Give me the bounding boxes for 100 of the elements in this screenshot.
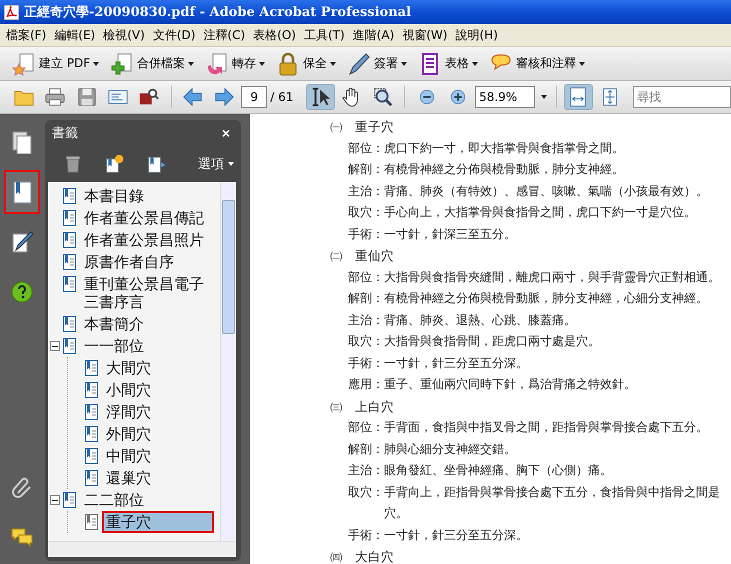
caret-icon <box>330 62 336 66</box>
bookmark-arrow-icon <box>147 154 167 174</box>
menu-item[interactable]: 說明(H) <box>451 26 502 44</box>
menu-item[interactable]: 工具(T) <box>300 26 349 44</box>
pen-document-icon <box>10 230 34 254</box>
close-button[interactable]: × <box>220 125 232 141</box>
collapse-toggle[interactable] <box>50 341 60 351</box>
scrollbar[interactable] <box>48 541 236 557</box>
bookmark-item[interactable]: 原書作者自序 <box>80 251 208 273</box>
caret-icon <box>228 162 234 166</box>
section-heading: 重仙穴 <box>355 247 394 265</box>
section-number: ㈢ <box>330 398 343 416</box>
bookmark-icon <box>85 514 98 530</box>
menu-item[interactable]: 表格(O) <box>249 26 300 44</box>
task-button[interactable]: 保全 <box>274 48 342 78</box>
document-text: 主治：背痛、肺炎（有特效）、感冒、咳嗽、氣喘（小孩最有效）。 <box>348 182 709 200</box>
task-button[interactable]: 審核和注釋 <box>487 48 590 78</box>
caret-icon <box>401 62 408 66</box>
section-heading: 大白穴 <box>355 548 394 564</box>
help-icon <box>10 280 34 304</box>
bookmark-icon <box>63 492 76 508</box>
zoom-in-icon <box>448 88 467 106</box>
menu-item[interactable]: 檢視(V) <box>99 26 149 44</box>
zoom-field[interactable]: 58.9% <box>475 86 535 108</box>
document-text: 主治：背痛、肺炎、退熱、心跳、膝蓋痛。 <box>348 312 577 328</box>
scrollbar[interactable] <box>220 182 236 541</box>
document-arrow-icon <box>205 52 230 76</box>
task-button[interactable]: 轉存 <box>203 48 270 78</box>
bookmark-item[interactable]: 中間穴 <box>102 445 220 467</box>
bookmark-item[interactable]: 本書目錄 <box>80 185 208 207</box>
arrow-right-icon <box>213 86 236 108</box>
bookmark-item[interactable]: 小間穴 <box>102 379 220 401</box>
bookmark-item[interactable]: 還巢穴 <box>102 467 220 489</box>
menu-item[interactable]: 檔案(F) <box>2 26 50 44</box>
document-text: 手術：一寸針，針三分至五分深。 <box>348 354 529 372</box>
tool-button[interactable] <box>306 84 335 110</box>
section-heading: 重子穴 <box>355 118 394 136</box>
document-text: 部位：大指骨與食指骨夾縫間，離虎口兩寸，與手背靈骨穴正對相通。 <box>348 268 721 286</box>
menu-item[interactable]: 文件(D) <box>148 26 200 44</box>
task-button[interactable]: 簽署 <box>345 48 412 78</box>
pen-icon <box>347 52 372 76</box>
document-text: 解剖：有橈骨神經之分佈與橈骨動脈，肺分支神經，心細分支神經。 <box>348 290 709 307</box>
document-text: 應用：重子、重仙兩穴同時下針，爲治背痛之特效針。 <box>348 376 637 393</box>
search-field[interactable]: 尋找 <box>632 86 731 108</box>
collapse-toggle[interactable] <box>50 495 60 505</box>
section-number: ㈣ <box>330 548 343 564</box>
document-plus-icon <box>110 52 134 76</box>
section-heading: 上白穴 <box>355 398 394 416</box>
document-text: 解剖：有橈骨神經之分佈與橈骨動脈，肺分支神經。 <box>348 161 625 178</box>
menu-item[interactable]: 編輯(E) <box>50 26 100 44</box>
bookmark-icon <box>85 470 98 486</box>
task-button[interactable]: 表格 <box>416 48 484 78</box>
task-button[interactable]: 合併檔案 <box>108 48 200 78</box>
bookmark-star-icon <box>105 154 125 174</box>
task-button[interactable]: 建立 PDF <box>10 48 104 78</box>
document-text: 手術：一寸針，針三分至五分深。 <box>348 526 529 544</box>
menu-item[interactable]: 視窗(W) <box>398 26 452 44</box>
bookmark-item[interactable]: 作者董公景昌傳記 <box>80 207 208 229</box>
pdf-file-icon <box>4 4 19 20</box>
bookmark-item[interactable]: 重子穴 <box>102 511 214 533</box>
bookmark-icon <box>63 210 76 226</box>
window-title: 正經奇穴學-20090830.pdf - Adobe Acrobat Professional <box>24 4 412 21</box>
document-text: 手術：一寸針，針深三至五分。 <box>348 226 517 242</box>
panel-title: 書籤 <box>52 125 78 142</box>
menu-item[interactable]: 注釋(C) <box>199 26 250 44</box>
page-number-field[interactable]: 9 <box>241 86 268 108</box>
document-text: 主治：眼角發紅、坐骨神經痛、胸下（心側）痛。 <box>348 462 613 479</box>
bookmark-icon <box>85 404 98 420</box>
bookmark-item[interactable]: 浮間穴 <box>102 401 220 423</box>
bookmark-icon <box>85 382 98 398</box>
bookmark-item[interactable]: 作者董公景昌照片 <box>80 229 208 251</box>
bookmark-icon <box>63 254 76 270</box>
bookmark-icon <box>85 448 98 464</box>
bookmark-item[interactable]: 二二部位 <box>80 489 208 511</box>
bookmark-item[interactable]: 重刊董公景昌電子三書序言 <box>80 273 208 313</box>
magnifier-icon <box>372 86 394 108</box>
caret-icon <box>188 62 194 66</box>
bookmark-icon <box>63 338 76 354</box>
document-text: 解剖：肺與心細分支神經交錯。 <box>348 440 517 458</box>
zoom-out-icon <box>418 88 436 106</box>
document-text: 部位：手背面，食指與中指叉骨之間，距指骨與掌骨接合處下五分。 <box>348 419 709 436</box>
bookmark-icon <box>85 426 98 442</box>
view-button[interactable] <box>564 84 593 110</box>
bookmark-item[interactable]: 外間穴 <box>102 423 220 445</box>
bookmark-item[interactable]: 大間穴 <box>102 357 220 379</box>
bookmark-item[interactable]: 本書簡介 <box>80 313 208 335</box>
caret-icon <box>540 95 547 99</box>
document-text: 取穴：手心向上，大指掌骨與食指骨之間，虎口下約一寸是穴位。 <box>348 204 697 221</box>
bookmark-icon <box>63 232 76 248</box>
section-number: ㈡ <box>330 247 343 265</box>
arrow-left-icon <box>182 86 204 108</box>
page-count: / 61 <box>270 90 294 104</box>
bookmark-item[interactable]: 一一部位 <box>80 335 208 357</box>
printer-icon <box>44 86 66 108</box>
panel-tab[interactable] <box>4 170 40 214</box>
menu-item[interactable]: 進階(A) <box>348 26 398 44</box>
bookmark-icon <box>63 276 76 292</box>
options-button[interactable]: 選項 <box>196 155 236 173</box>
caret-icon <box>579 62 586 66</box>
caret-icon <box>259 62 266 66</box>
